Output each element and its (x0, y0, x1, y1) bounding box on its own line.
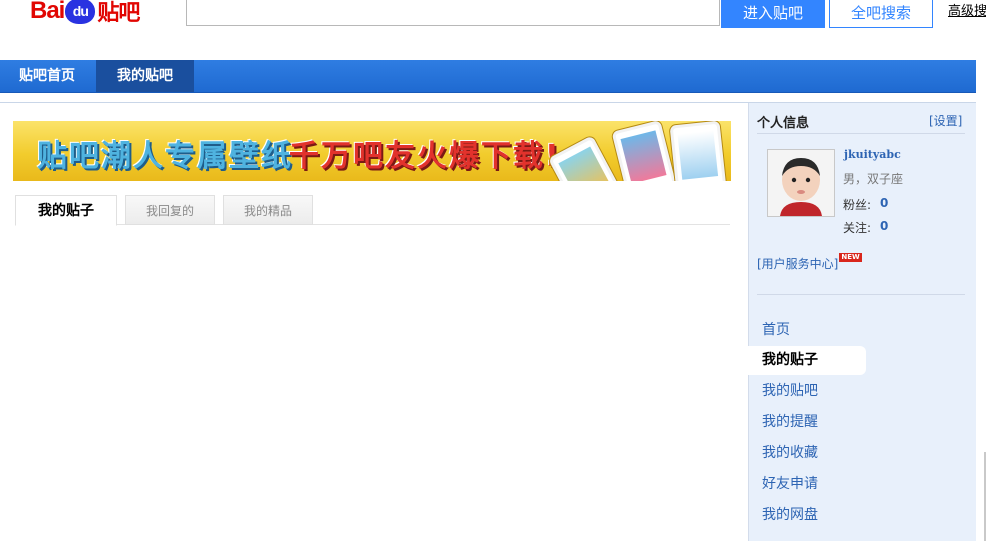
sidebar-item-my-tieba[interactable]: 我的贴吧 (748, 377, 866, 406)
username-link[interactable]: jkuityabc (844, 148, 901, 161)
tab-my-featured[interactable]: 我的精品 (223, 195, 313, 225)
fans-count[interactable]: 0 (880, 196, 888, 210)
sidebar-divider (757, 294, 965, 295)
advanced-search-link[interactable]: 高级搜 (948, 0, 986, 19)
sidebar-item-home[interactable]: 首页 (748, 316, 866, 345)
profile-section-title: 个人信息 (757, 116, 810, 131)
user-gender-zodiac: 男，双子座 (843, 172, 904, 186)
fans-label: 粉丝: (843, 198, 872, 212)
banner-headline-left: 贴吧潮人专属壁纸 (37, 139, 293, 174)
avatar[interactable] (767, 149, 835, 217)
tabs-divider (15, 224, 730, 225)
logo-bai-text: Bai (30, 0, 65, 24)
tab-my-replies[interactable]: 我回复的 (125, 195, 215, 225)
logo-tieba-text: 贴吧 (97, 0, 140, 25)
search-all-button[interactable]: 全吧搜索 (829, 0, 933, 28)
avatar-photo (768, 150, 834, 216)
nav-my-tieba[interactable]: 我的贴吧 (96, 60, 194, 92)
user-service-center-label: [用户服务中心] (757, 257, 839, 271)
nav-tieba-home[interactable]: 贴吧首页 (0, 60, 94, 92)
sidebar-item-reminders[interactable]: 我的提醒 (748, 408, 866, 437)
logo-du-text: du (72, 3, 89, 19)
sidebar-item-favorites[interactable]: 我的收藏 (748, 439, 866, 468)
sidebar-title-divider (757, 133, 965, 134)
search-input[interactable] (186, 0, 720, 26)
user-service-center-link[interactable]: [用户服务中心] NEW (757, 253, 862, 272)
sidebar-item-netdisk[interactable]: 我的网盘 (748, 501, 866, 530)
banner-phone-image (669, 121, 727, 181)
sidebar-item-friend-requests[interactable]: 好友申请 (748, 470, 866, 499)
enter-tieba-button[interactable]: 进入贴吧 (721, 0, 825, 28)
logo-paw-icon: du (65, 0, 96, 24)
baidu-tieba-logo[interactable]: Bai du 贴吧 (30, 0, 140, 26)
follow-count[interactable]: 0 (880, 219, 888, 233)
new-badge: NEW (839, 253, 862, 262)
banner-phone-image (611, 121, 677, 181)
sidebar-item-my-posts[interactable]: 我的贴子 (748, 346, 866, 375)
tab-my-posts[interactable]: 我的贴子 (15, 195, 117, 226)
wallpaper-banner[interactable]: 贴吧潮人专属壁纸 千万吧友火爆下载! (13, 121, 731, 181)
settings-link[interactable]: [设置] (929, 112, 962, 129)
main-navbar: 贴吧首页 我的贴吧 (0, 60, 976, 93)
follow-label: 关注: (843, 221, 872, 235)
banner-headline-right: 千万吧友火爆下载! (289, 139, 561, 174)
